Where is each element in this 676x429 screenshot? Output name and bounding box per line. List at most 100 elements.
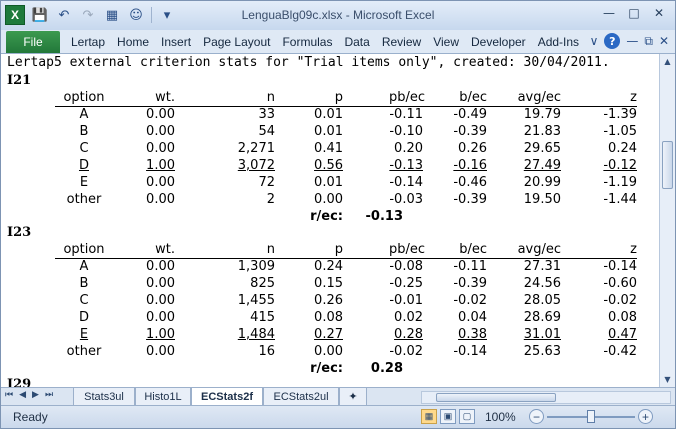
normal-view-icon[interactable]: ▦ (421, 409, 437, 424)
table-cell-pb: -0.11 (389, 107, 423, 122)
table-cell-b: -0.11 (453, 259, 487, 274)
item-label: I21 (7, 73, 32, 88)
zoom-level[interactable]: 100% (485, 410, 516, 424)
minimize-ribbon-icon[interactable]: ∨ (590, 34, 599, 48)
column-header: n (266, 90, 275, 105)
table-cell-p: 0.01 (314, 107, 343, 122)
column-header: b/ec (459, 242, 487, 257)
table-cell-pb: -0.10 (389, 124, 423, 139)
table-cell-pb: -0.02 (389, 344, 423, 359)
column-header: z (630, 242, 637, 257)
column-header: p (334, 242, 343, 257)
tab-data[interactable]: Data (338, 35, 375, 49)
scroll-down-icon[interactable]: ▼ (660, 372, 675, 387)
table-cell-avg: 28.69 (523, 310, 561, 325)
tab-add-ins[interactable]: Add-Ins (532, 35, 585, 49)
scroll-up-icon[interactable]: ▲ (660, 54, 675, 69)
table-cell-b: 0.26 (458, 141, 487, 156)
sheet-tab-ecstats2ul[interactable]: ECStats2ul (263, 388, 339, 405)
tab-review[interactable]: Review (376, 35, 427, 49)
hscroll-thumb[interactable] (436, 393, 556, 402)
zoom-out-icon[interactable]: − (529, 409, 544, 424)
column-header: option (63, 90, 105, 105)
table-row: D 0.00 415 0.08 0.02 0.04 28.69 0.08 (1, 310, 659, 327)
table-cell-pb: -0.08 (389, 259, 423, 274)
window-close-icon[interactable]: ✕ (659, 34, 669, 48)
table-cell-z: -1.39 (603, 107, 637, 122)
table-row: A 0.00 1,309 0.24 -0.08 -0.11 27.31 -0.14 (1, 259, 659, 276)
tab-page-layout[interactable]: Page Layout (197, 35, 276, 49)
table-cell-wt: 0.00 (146, 107, 175, 122)
table-cell-p: 0.56 (314, 158, 343, 173)
window-min-icon[interactable]: — (626, 34, 638, 48)
table-cell-wt: 0.00 (146, 259, 175, 274)
scroll-thumb[interactable] (662, 141, 673, 189)
table-cell-avg: 24.56 (523, 276, 561, 291)
rec-value: -0.13 (365, 209, 403, 224)
sheet-tab-ecstats2f[interactable]: ECStats2f (191, 388, 263, 405)
tab-developer[interactable]: Developer (465, 35, 532, 49)
report-header: Lertap5 external criterion stats for "Tr… (7, 55, 610, 70)
window-restore-icon[interactable]: ⧉ (644, 34, 653, 49)
prev-sheet-icon[interactable]: ◀ (19, 390, 26, 400)
column-header-row: option wt. n p pb/ec b/ec avg/ec z (1, 90, 659, 107)
column-header: p (334, 90, 343, 105)
table-cell-b: -0.46 (453, 175, 487, 190)
table-cell-z: -1.05 (603, 124, 637, 139)
table-row: B 0.00 54 0.01 -0.10 -0.39 21.83 -1.05 (1, 124, 659, 141)
tab-formulas[interactable]: Formulas (276, 35, 338, 49)
first-sheet-icon[interactable]: ⏮ (5, 390, 13, 400)
rec-value: 0.28 (370, 361, 403, 376)
table-cell-pb: -0.13 (389, 158, 423, 173)
table-cell-avg: 25.63 (523, 344, 561, 359)
column-header: wt. (155, 242, 175, 257)
tab-file[interactable]: File (6, 31, 60, 53)
insert-sheet-icon[interactable]: ✦ (339, 388, 367, 405)
tab-insert[interactable]: Insert (155, 35, 197, 49)
restore-icon[interactable]: □ (622, 4, 646, 22)
zoom-in-icon[interactable]: + (638, 409, 653, 424)
title-bar: X 💾 ↶ ↷ ▦ ☺ ▾ LenguaBlg09c.xlsx - Micros… (1, 1, 675, 30)
excel-window: X 💾 ↶ ↷ ▦ ☺ ▾ LenguaBlg09c.xlsx - Micros… (0, 0, 676, 429)
vertical-scrollbar[interactable]: ▲ ▼ (659, 54, 675, 387)
window-controls: — □ ✕ (597, 4, 671, 22)
table-cell-avg: 19.79 (523, 107, 561, 122)
table-cell-p: 0.01 (314, 124, 343, 139)
table-cell-wt: 0.00 (146, 124, 175, 139)
table-cell-n: 3,072 (237, 158, 275, 173)
table-cell-option: C (79, 293, 89, 308)
horizontal-scrollbar[interactable] (421, 391, 671, 404)
tab-lertap[interactable]: Lertap (65, 35, 111, 49)
minimize-icon[interactable]: — (597, 4, 621, 22)
worksheet-grid[interactable]: Lertap5 external criterion stats for "Tr… (1, 54, 659, 387)
next-sheet-icon[interactable]: ▶ (32, 390, 39, 400)
ribbon-tab-list: Lertap Home Insert Page Layout Formulas … (65, 35, 585, 49)
sheet-tab-histo1l[interactable]: Histo1L (135, 388, 191, 405)
table-cell-b: -0.39 (453, 124, 487, 139)
table-cell-n: 54 (258, 124, 275, 139)
page-layout-view-icon[interactable]: ▣ (440, 409, 456, 424)
help-icon[interactable]: ? (604, 33, 621, 49)
table-cell-avg: 27.49 (523, 158, 561, 173)
tab-home[interactable]: Home (111, 35, 155, 49)
zoom-slider-knob[interactable] (587, 410, 595, 423)
table-cell-z: 0.47 (608, 327, 637, 342)
close-icon[interactable]: ✕ (647, 4, 671, 22)
page-break-view-icon[interactable]: ▢ (459, 409, 475, 424)
table-row: B 0.00 825 0.15 -0.25 -0.39 24.56 -0.60 (1, 276, 659, 293)
table-row: E 1.00 1,484 0.27 0.28 0.38 31.01 0.47 (1, 327, 659, 344)
table-row: other 0.00 16 0.00 -0.02 -0.14 25.63 -0.42 (1, 344, 659, 361)
tab-view[interactable]: View (427, 35, 465, 49)
table-cell-wt: 1.00 (146, 158, 175, 173)
table-cell-p: 0.26 (314, 293, 343, 308)
last-sheet-icon[interactable]: ⏭ (45, 390, 53, 400)
sheet-tab-stats3ul[interactable]: Stats3ul (73, 388, 135, 405)
column-header: wt. (155, 90, 175, 105)
status-ready: Ready (13, 410, 48, 424)
table-row: D 1.00 3,072 0.56 -0.13 -0.16 27.49 -0.12 (1, 158, 659, 175)
table-cell-avg: 28.05 (523, 293, 561, 308)
item-label: I29 (7, 377, 32, 387)
table-cell-pb: -0.01 (389, 293, 423, 308)
table-row: C 0.00 1,455 0.26 -0.01 -0.02 28.05 -0.02 (1, 293, 659, 310)
ribbon-tabs: File Lertap Home Insert Page Layout Form… (1, 30, 675, 54)
